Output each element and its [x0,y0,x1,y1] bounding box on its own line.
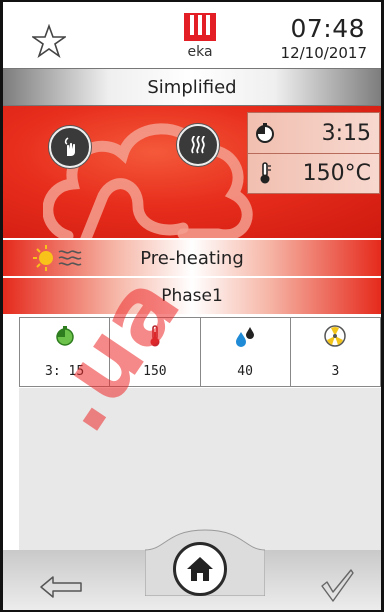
fan-icon [324,325,347,347]
clock-date: 12/10/2017 [280,44,367,62]
cooking-info-box: 3:15 150°C [247,112,380,194]
mode-bar[interactable]: Simplified [3,68,381,106]
back-arrow-icon[interactable] [39,575,83,599]
param-fan[interactable]: 3 [291,318,380,386]
timer-value: 3:15 [321,121,371,146]
thermometer-icon [260,162,271,184]
steam-mode-button[interactable] [177,124,219,166]
star-favorite-icon[interactable] [32,24,66,58]
preheat-sun-icon [33,245,82,271]
confirm-check-icon[interactable] [319,568,355,604]
brand-logo: eka [182,12,218,60]
home-icon [187,557,213,581]
humidity-drops-icon [236,327,255,347]
preheat-label: Pre-heating [140,247,244,269]
logo-text: eka [187,44,212,60]
steam-icon [191,135,205,154]
param-fan-value: 3 [331,364,340,379]
timer-row[interactable]: 3:15 [248,113,379,154]
param-humidity-value: 40 [237,364,253,379]
header: eka 07:48 12/10/2017 [3,2,381,66]
mode-label: Simplified [147,76,237,98]
timer-icon [256,123,274,143]
temperature-value: 150°C [302,161,371,186]
temperature-row[interactable]: 150°C [248,153,379,193]
clock-time: 07:48 [290,14,365,43]
param-humidity[interactable]: 40 [201,318,291,386]
phase-bar[interactable]: Phase1 [3,278,381,314]
manual-touch-button[interactable] [49,126,91,168]
preheat-status-bar: Pre-heating [3,240,381,276]
hand-touch-icon [64,137,75,156]
home-button[interactable] [173,542,227,596]
